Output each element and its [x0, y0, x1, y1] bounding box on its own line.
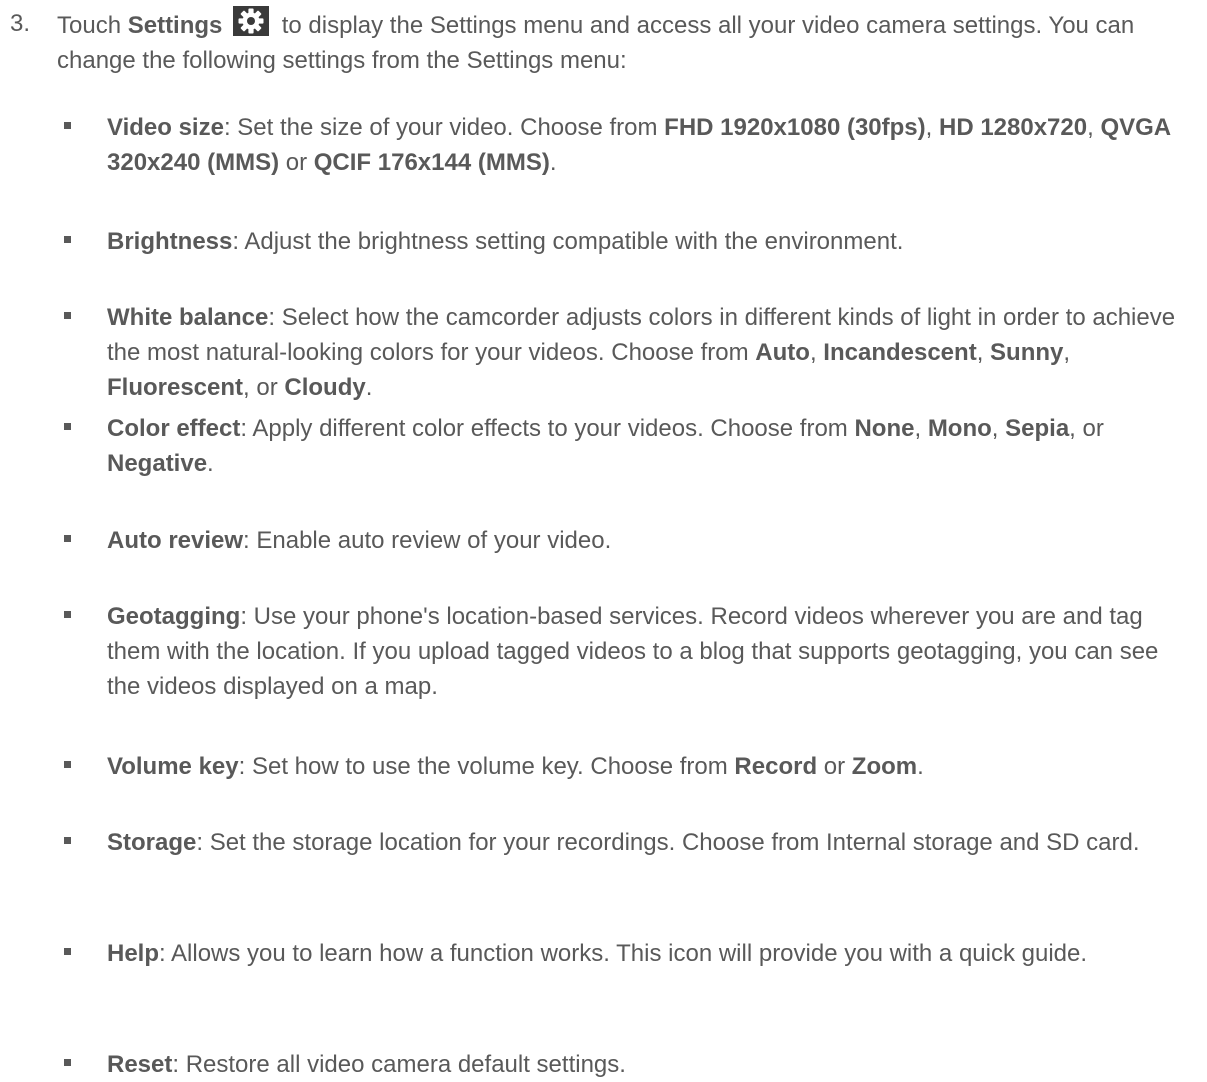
list-item-text: Help: Allows you to learn how a function… [107, 936, 1197, 971]
list-item-term: Reset [107, 1051, 173, 1078]
settings-label: Settings [127, 12, 223, 39]
list-item-term: Volume key [107, 753, 239, 780]
list-item-term: Brightness [107, 228, 233, 255]
list-item-text: Volume key: Set how to use the volume ke… [107, 749, 1197, 784]
list-item-description: : Set the storage location for your reco… [196, 829, 1140, 856]
list-item-description: , [976, 339, 991, 366]
list-item-term: Color effect [107, 415, 241, 442]
bullet-marker [64, 948, 71, 955]
step-text-intro: Touch [57, 12, 128, 39]
option-value: Record [734, 753, 818, 780]
list-item-description: or [279, 149, 314, 176]
gear-icon [233, 6, 270, 36]
list-item-term: White balance [107, 304, 269, 331]
bullet-marker [64, 1059, 71, 1066]
bullet-marker [64, 761, 71, 768]
list-item-term: Help [107, 940, 160, 967]
list-item-description: , [914, 415, 928, 442]
list-item-description: : Enable auto review of your video. [243, 527, 612, 554]
list-item-description: . [549, 149, 557, 176]
list-item-description: , or [1069, 415, 1104, 442]
document-page: 3. Touch Settings to display the Setting… [0, 0, 1207, 1078]
step-text: Touch Settings to display the Settings m… [57, 6, 1190, 78]
list-item-term: Auto review [107, 527, 244, 554]
list-item-help: Help: Allows you to learn how a function… [0, 936, 1207, 971]
list-item-description: : Restore all video camera default setti… [172, 1051, 626, 1078]
list-item-text: Auto review: Enable auto review of your … [107, 523, 1197, 558]
bullet-marker [64, 535, 71, 542]
list-item-description: : Set the size of your video. Choose fro… [223, 114, 665, 141]
list-item-description: . [207, 450, 214, 477]
list-item-geotagging: Geotagging: Use your phone's location-ba… [0, 599, 1207, 704]
list-item-text: Storage: Set the storage location for yo… [107, 825, 1197, 860]
bullet-marker [64, 837, 71, 844]
list-item-description: : Set how to use the volume key. Choose … [238, 753, 735, 780]
list-item-white-balance: White balance: Select how the camcorder … [0, 300, 1207, 405]
list-item-description: : Adjust the brightness setting compatib… [232, 228, 904, 255]
list-item-description: : Apply different color effects to your … [240, 415, 855, 442]
list-item-description: , [991, 415, 1006, 442]
list-item-description: . [365, 374, 373, 401]
option-value: HD 1280x720 [938, 114, 1088, 141]
option-value: Incandescent [823, 339, 977, 366]
list-item-text: Brightness: Adjust the brightness settin… [107, 224, 1197, 259]
list-item-term: Storage [107, 829, 197, 856]
list-item-description: : Allows you to learn how a function wor… [159, 940, 1088, 967]
list-item-volume-key: Volume key: Set how to use the volume ke… [0, 749, 1207, 784]
list-item-auto-review: Auto review: Enable auto review of your … [0, 523, 1207, 558]
list-item-video-size: Video size: Set the size of your video. … [0, 110, 1207, 180]
option-value: FHD 1920x1080 (30fps) [664, 114, 926, 141]
list-item-term: Video size [107, 114, 224, 141]
step-3: 3. Touch Settings to display the Setting… [10, 6, 1190, 78]
list-item-text: Geotagging: Use your phone's location-ba… [107, 599, 1197, 704]
option-value: Fluorescent [107, 374, 244, 401]
option-value: QCIF 176x144 (MMS) [313, 149, 550, 176]
bullet-marker [64, 236, 71, 243]
list-item-reset: Reset: Restore all video camera default … [0, 1047, 1207, 1082]
step-number: 3. [10, 10, 31, 37]
option-value: Negative [107, 450, 208, 477]
list-item-description: , [1087, 114, 1101, 141]
list-item-color-effect: Color effect: Apply different color effe… [0, 411, 1207, 481]
bullet-marker [64, 423, 71, 430]
bullet-marker [64, 611, 71, 618]
option-value: Sunny [990, 339, 1064, 366]
option-value: Mono [927, 415, 992, 442]
option-value: Zoom [851, 753, 918, 780]
list-item-description: : Use your phone's location-based servic… [107, 603, 1159, 700]
list-item-description: or [817, 753, 852, 780]
list-item-description: , or [243, 374, 285, 401]
bullet-marker [64, 312, 71, 319]
option-value: Auto [755, 339, 810, 366]
list-item-text: Video size: Set the size of your video. … [107, 110, 1197, 180]
bullet-marker [64, 122, 71, 129]
list-item-text: Color effect: Apply different color effe… [107, 411, 1197, 481]
option-value: Cloudy [284, 374, 366, 401]
list-item-description: , [1063, 339, 1071, 366]
list-item-description: , [809, 339, 824, 366]
list-item-description: , [925, 114, 939, 141]
list-item-description: . [917, 753, 924, 780]
list-item-storage: Storage: Set the storage location for yo… [0, 825, 1207, 860]
option-value: None [854, 415, 915, 442]
list-item-brightness: Brightness: Adjust the brightness settin… [0, 224, 1207, 259]
list-item-text: White balance: Select how the camcorder … [107, 300, 1197, 405]
option-value: Sepia [1005, 415, 1070, 442]
list-item-term: Geotagging [107, 603, 241, 630]
list-item-text: Reset: Restore all video camera default … [107, 1047, 1197, 1082]
